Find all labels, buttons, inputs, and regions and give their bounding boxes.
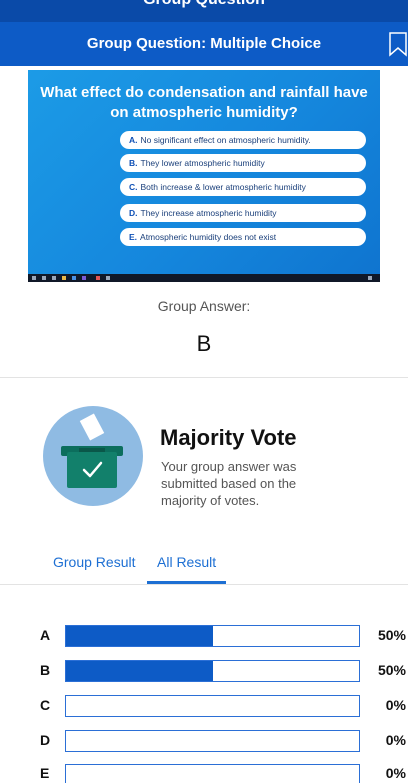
top-strip-text: Group Question <box>0 0 408 9</box>
tab-all-result[interactable]: All Result <box>157 554 216 570</box>
group-answer-value: B <box>196 331 212 356</box>
bookmark-icon[interactable] <box>388 31 408 57</box>
tab-group-result[interactable]: Group Result <box>53 554 135 570</box>
top-strip: Group Question <box>0 0 408 22</box>
result-bar-d <box>65 730 360 752</box>
slide-option-e: E. Atmospheric humidity does not exist <box>120 228 366 246</box>
page-title: Group Question: Multiple Choice <box>86 35 322 52</box>
question-slide: What effect do condensation and rainfall… <box>28 70 380 282</box>
option-letter: D. <box>129 208 138 218</box>
option-text: No significant effect on atmospheric hum… <box>140 135 311 145</box>
divider <box>0 584 408 585</box>
option-text: They lower atmospheric humidity <box>140 158 265 168</box>
option-letter: B. <box>129 158 138 168</box>
result-letter: E <box>40 765 50 781</box>
result-letter: D <box>40 732 51 748</box>
result-percent: 0% <box>385 697 406 713</box>
majority-vote-description: Your group answer was submitted based on… <box>161 459 297 508</box>
slide-option-c: C. Both increase & lower atmospheric humi… <box>120 178 366 196</box>
result-bar-fill <box>66 626 213 646</box>
slide-question: What effect do condensation and rainfall… <box>40 84 368 121</box>
result-letter: B <box>40 662 51 678</box>
result-percent: 0% <box>385 732 406 748</box>
result-bar-c <box>65 695 360 717</box>
result-bar-b <box>65 660 360 682</box>
result-percent: 0% <box>385 765 406 781</box>
majority-vote-title: Majority Vote <box>160 425 297 450</box>
result-bar-a <box>65 625 360 647</box>
option-text: They increase atmospheric humidity <box>140 208 277 218</box>
result-letter: A <box>40 627 51 643</box>
result-bar-e <box>65 764 360 783</box>
slide-taskbar <box>28 274 380 282</box>
group-answer-label: Group Answer: <box>157 298 251 314</box>
slide-option-b: B. They lower atmospheric humidity <box>120 154 366 172</box>
option-letter: A. <box>129 135 138 145</box>
option-text: Atmospheric humidity does not exist <box>140 232 277 242</box>
option-letter: C. <box>129 182 138 192</box>
slide-option-d: D. They increase atmospheric humidity <box>120 204 366 222</box>
header-bar: Group Question: Multiple Choice <box>0 22 408 66</box>
divider <box>0 377 408 378</box>
result-percent: 50% <box>377 662 406 678</box>
option-text: Both increase & lower atmospheric humidi… <box>140 182 306 192</box>
result-bar-fill <box>66 661 213 681</box>
slide-option-a: A. No significant effect on atmospheric h… <box>120 131 366 149</box>
result-percent: 50% <box>377 627 406 643</box>
option-letter: E. <box>129 232 138 242</box>
result-letter: C <box>40 697 51 713</box>
ballot-box-icon <box>43 406 143 506</box>
